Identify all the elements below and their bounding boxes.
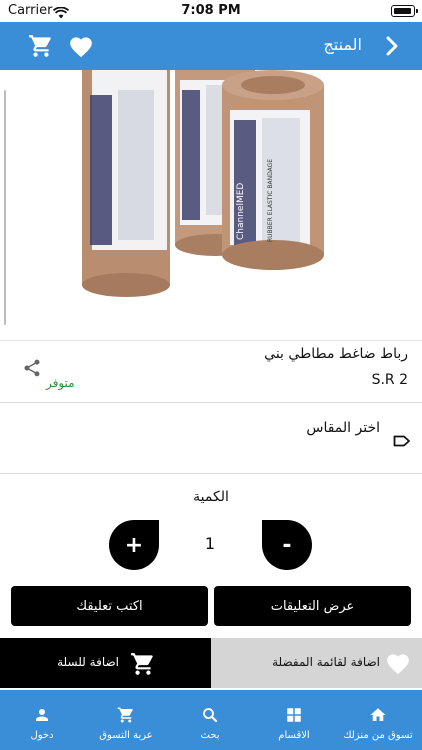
tab-label: دخول (30, 730, 54, 741)
bottom-tab-bar: دخول عربة التسوق بحث الاقسام تسوق من منز… (0, 690, 422, 750)
tab-label: الاقسام (278, 730, 310, 741)
divider (0, 473, 422, 474)
tab-login[interactable]: دخول (0, 690, 84, 750)
stock-status: متوفر (46, 376, 75, 390)
battery-icon (391, 5, 418, 17)
divider (0, 340, 422, 341)
divider (0, 402, 422, 403)
share-icon[interactable] (22, 358, 42, 382)
status-bar: Carrier 7:08 PM (0, 0, 422, 22)
tab-label: بحث (200, 730, 220, 741)
add-to-favorites-button[interactable]: اضافة لقائمة المفضلة (211, 638, 422, 688)
add-to-cart-button[interactable]: اضافة للسلة (0, 638, 211, 688)
write-comment-button[interactable]: اكتب تعليقك (11, 586, 208, 626)
page-title: المنتج (323, 35, 362, 54)
size-selector-label[interactable]: اختر المقاس (306, 420, 380, 436)
cart-icon[interactable] (28, 33, 54, 63)
quantity-label: الكمية (193, 489, 229, 505)
clock: 7:08 PM (181, 3, 241, 18)
tab-categories[interactable]: الاقسام (252, 690, 336, 750)
add-to-cart-label: اضافة للسلة (57, 655, 119, 669)
back-chevron-icon[interactable] (386, 36, 398, 60)
brand-label: ChannelMED (236, 183, 246, 240)
favorite-heart-icon[interactable] (68, 34, 94, 62)
person-icon (0, 706, 84, 724)
product-price: S.R 2 (371, 372, 408, 388)
heart-icon (385, 651, 411, 679)
type-label: RUBBER ELASTIC BANDAGE (267, 159, 274, 242)
tab-cart[interactable]: عربة التسوق (84, 690, 168, 750)
app-header: المنتج (0, 22, 422, 70)
tab-label: تسوق من منزلك (343, 730, 413, 741)
product-image[interactable]: ChannelMED RUBBER ELASTIC BANDAGE (0, 70, 422, 340)
cart-icon (84, 706, 168, 724)
quantity-increase-button[interactable]: + (109, 520, 159, 570)
tab-home[interactable]: تسوق من منزلك (336, 690, 422, 750)
search-icon (168, 706, 252, 724)
tab-label: عربة التسوق (99, 730, 153, 741)
quantity-decrease-button[interactable]: - (262, 520, 312, 570)
image-scroll-indicator[interactable] (4, 90, 6, 325)
add-to-favorites-label: اضافة لقائمة المفضلة (272, 655, 380, 669)
home-icon (336, 706, 420, 724)
cart-icon (130, 651, 156, 681)
grid-icon (252, 706, 336, 724)
quantity-value: 1 (204, 534, 216, 553)
tab-search[interactable]: بحث (168, 690, 252, 750)
view-reviews-button[interactable]: عرض التعليقات (214, 586, 411, 626)
product-name: رباط ضاغط مطاطي بني (264, 346, 408, 362)
tag-icon (393, 432, 411, 451)
